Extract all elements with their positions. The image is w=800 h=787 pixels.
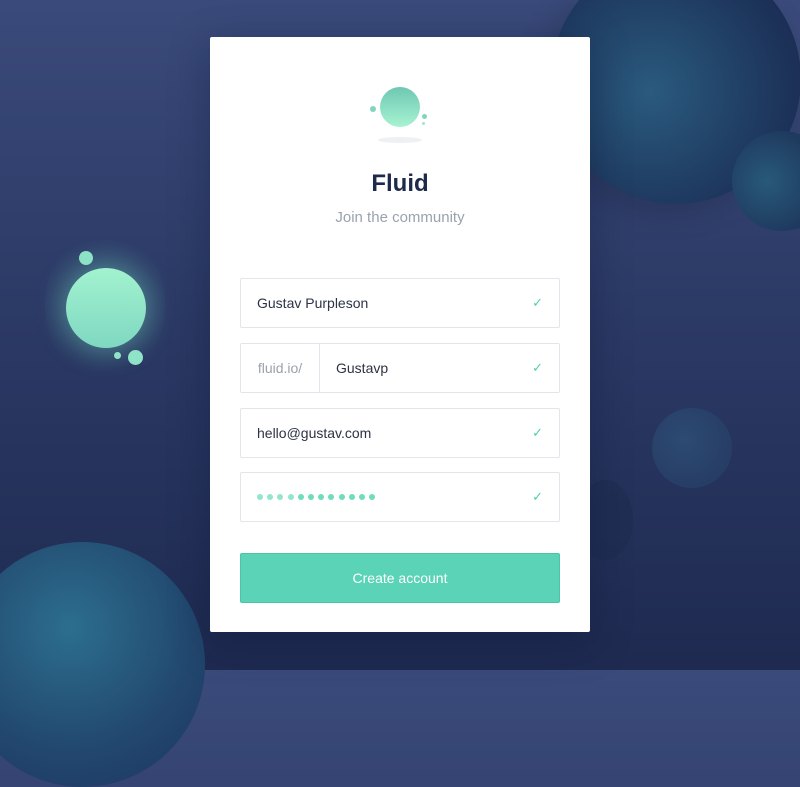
password-dot: [267, 494, 274, 500]
password-dot: [277, 494, 284, 500]
username-field[interactable]: fluid.io/ Gustavp ✓: [240, 343, 560, 393]
password-dot: [307, 494, 314, 500]
password-dot: [328, 494, 335, 500]
full-name-value: Gustav Purpleson: [257, 295, 369, 311]
check-icon: ✓: [532, 295, 543, 310]
check-icon: ✓: [532, 425, 543, 440]
signup-card: Fluid Join the community Gustav Purpleso…: [210, 37, 590, 632]
app-title: Fluid: [371, 170, 429, 197]
password-dot: [348, 494, 355, 500]
fluid-logo-icon: [370, 84, 440, 146]
decorative-bubble: [652, 408, 732, 488]
password-dot: [297, 494, 304, 500]
password-dot: [369, 494, 376, 500]
decorative-bubble: [0, 542, 205, 787]
password-mask: [257, 494, 376, 500]
decorative-bubble: [128, 350, 143, 365]
email-value: hello@gustav.com: [257, 425, 372, 441]
decorative-bubble: [79, 251, 93, 265]
app-subtitle: Join the community: [335, 209, 465, 226]
decorative-bubble: [66, 268, 146, 348]
password-dot: [338, 494, 345, 500]
password-dot: [318, 494, 325, 500]
password-dot: [257, 494, 263, 500]
email-field[interactable]: hello@gustav.com ✓: [240, 408, 560, 458]
check-icon: ✓: [532, 360, 543, 375]
check-icon: ✓: [532, 489, 543, 504]
username-value: Gustavp: [336, 360, 389, 376]
username-prefix: fluid.io/: [241, 344, 320, 392]
full-name-field[interactable]: Gustav Purpleson ✓: [240, 278, 560, 328]
password-dot: [287, 494, 294, 500]
decorative-bubble: [114, 352, 121, 359]
password-dot: [358, 494, 365, 500]
password-field[interactable]: ✓: [240, 472, 560, 522]
create-account-button[interactable]: Create account: [240, 553, 560, 603]
